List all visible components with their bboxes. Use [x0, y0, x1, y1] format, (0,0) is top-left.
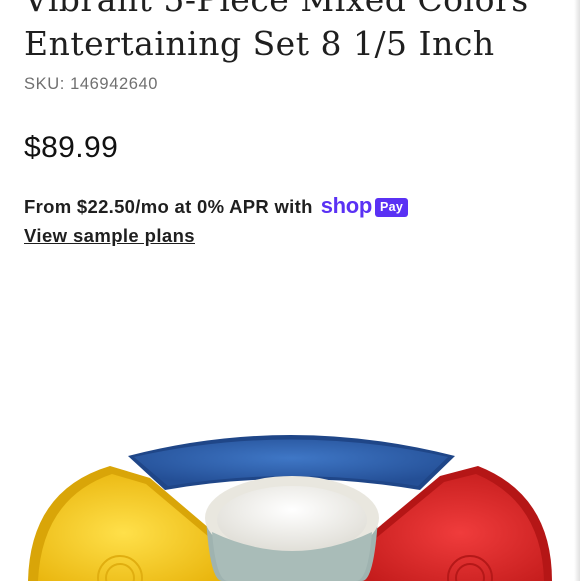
white-bowl — [205, 476, 379, 581]
shop-logo: shop — [320, 193, 373, 218]
product-sku: SKU: 146942640 — [24, 75, 159, 93]
product-image[interactable] — [0, 420, 580, 581]
product-title-line1: Vibrant 5-Piece Mixed Colors — [24, 0, 529, 19]
product-title: Vibrant 5-Piece Mixed Colors Entertainin… — [24, 0, 564, 66]
installments-amount: $22.50 — [76, 196, 136, 217]
installments-suffix: /mo at 0% APR with — [135, 196, 313, 217]
shop-pay-badge: Pay — [375, 197, 409, 217]
view-sample-plans-link[interactable]: View sample plans — [24, 225, 195, 247]
installments-prefix: From — [24, 196, 77, 217]
product-price: $89.99 — [24, 131, 119, 164]
installments-message: From $22.50 /mo at 0% APR with shop Pay — [24, 193, 409, 219]
product-title-line2: Entertaining Set 8 1/5 Inch — [24, 24, 495, 63]
right-edge-shadow — [574, 0, 580, 581]
